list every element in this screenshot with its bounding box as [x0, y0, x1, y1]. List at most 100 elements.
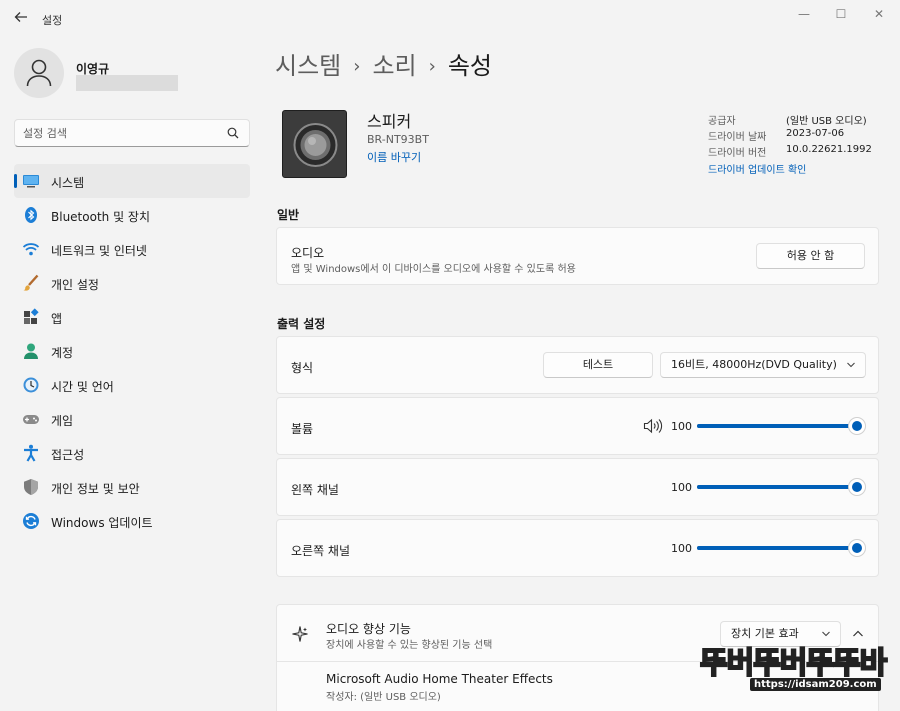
- slider-thumb[interactable]: [848, 478, 866, 496]
- maximize-button[interactable]: ☐: [823, 4, 859, 24]
- driver-version-label: 드라이버 버전: [708, 148, 767, 159]
- slider-fill: [697, 485, 857, 489]
- apps-icon: [22, 308, 40, 326]
- right-channel-slider[interactable]: [697, 539, 866, 557]
- dont-allow-button[interactable]: 허용 안 함: [756, 243, 865, 269]
- time-language-icon: [22, 376, 40, 394]
- title-bar: 설정 — ☐ ✕: [0, 0, 900, 40]
- sidebar-item-label: 개인 설정: [51, 278, 99, 292]
- breadcrumb-system[interactable]: 시스템: [275, 52, 341, 80]
- format-value: 16비트, 48000Hz(DVD Quality): [671, 358, 837, 371]
- speaker-device-icon: [282, 110, 347, 178]
- user-icon: [26, 59, 52, 87]
- sidebar-item-time-language[interactable]: 시간 및 언어: [14, 368, 250, 402]
- volume-card: 볼륨 100: [276, 397, 879, 455]
- close-button[interactable]: ✕: [861, 4, 897, 24]
- sidebar-item-label: 네트워크 및 인터넷: [51, 244, 147, 258]
- sidebar-item-label: 시스템: [51, 176, 85, 190]
- sidebar-item-windows-update[interactable]: Windows 업데이트: [14, 504, 250, 538]
- sidebar-item-gaming[interactable]: 게임: [14, 402, 250, 436]
- volume-slider[interactable]: [697, 417, 866, 435]
- breadcrumb-separator: ›: [353, 56, 361, 77]
- driver-date-label: 드라이버 날짜: [708, 132, 767, 143]
- breadcrumb: 시스템 › 소리 › 속성: [275, 46, 492, 81]
- driver-info: 공급자 (일반 USB 오디오) 드라이버 날짜 2023-07-06 드라이버 버…: [708, 112, 888, 160]
- sidebar-item-accessibility[interactable]: 접근성: [14, 436, 250, 470]
- device-name: 스피커: [367, 112, 412, 131]
- output-section-title: 출력 설정: [277, 317, 326, 331]
- right-channel-value: 100: [671, 542, 692, 555]
- back-arrow-icon[interactable]: [12, 10, 30, 28]
- accessibility-icon: [22, 444, 40, 462]
- left-channel-label: 왼쪽 채널: [291, 483, 339, 497]
- sidebar-item-personalization[interactable]: 개인 설정: [14, 266, 250, 300]
- sidebar-item-label: 개인 정보 및 보안: [51, 482, 140, 496]
- slider-fill: [697, 424, 857, 428]
- right-channel-card: 오른쪽 채널 100: [276, 519, 879, 577]
- sidebar-item-label: Bluetooth 및 장치: [51, 210, 151, 224]
- audio-title: 오디오: [291, 246, 325, 260]
- provider-value: (일반 USB 오디오): [786, 116, 867, 127]
- enhancement-title: 오디오 향상 기능: [326, 622, 411, 636]
- sidebar-item-label: 게임: [51, 414, 74, 428]
- volume-label: 볼륨: [291, 422, 314, 436]
- watermark-title: 뚜버뚜버뚜뚜바: [699, 645, 888, 682]
- audio-description: 앱 및 Windows에서 이 디바이스를 오디오에 사용할 수 있도록 허용: [291, 264, 576, 275]
- search-input[interactable]: [23, 125, 223, 141]
- general-section-title: 일반: [277, 208, 300, 222]
- sidebar-item-privacy[interactable]: 개인 정보 및 보안: [14, 470, 250, 504]
- sidebar-item-accounts[interactable]: 계정: [14, 334, 250, 368]
- format-card: 형식 테스트 16비트, 48000Hz(DVD Quality): [276, 336, 879, 394]
- audio-allow-card: 오디오 앱 및 Windows에서 이 디바이스를 오디오에 사용할 수 있도록…: [276, 227, 879, 285]
- sidebar-item-label: 시간 및 언어: [51, 380, 114, 394]
- search-icon[interactable]: [227, 127, 239, 142]
- avatar[interactable]: [14, 48, 64, 98]
- sidebar-item-network[interactable]: 네트워크 및 인터넷: [14, 232, 250, 266]
- sidebar-item-label: 앱: [51, 312, 63, 326]
- slider-thumb[interactable]: [848, 417, 866, 435]
- left-channel-slider[interactable]: [697, 478, 866, 496]
- slider-fill: [697, 546, 857, 550]
- page-title: 속성: [447, 52, 492, 80]
- speaker-volume-icon[interactable]: [643, 418, 663, 437]
- sidebar-item-system[interactable]: 시스템: [14, 164, 250, 198]
- sidebar-item-bluetooth[interactable]: Bluetooth 및 장치: [14, 198, 250, 232]
- left-channel-card: 왼쪽 채널 100: [276, 458, 879, 516]
- minimize-button[interactable]: —: [786, 4, 822, 24]
- personalization-icon: [22, 274, 40, 292]
- network-icon: [22, 240, 40, 258]
- sparkle-enhancement-icon: [291, 625, 309, 646]
- account-icon: [22, 342, 40, 360]
- format-label: 형식: [291, 361, 314, 375]
- right-channel-label: 오른쪽 채널: [291, 544, 351, 558]
- provider-label: 공급자: [708, 116, 736, 127]
- sidebar-item-label: Windows 업데이트: [51, 516, 153, 530]
- bluetooth-icon: [22, 206, 40, 224]
- volume-value: 100: [671, 420, 692, 433]
- privacy-shield-icon: [22, 478, 40, 496]
- watermark: 뚜버뚜버뚜뚜바 https://idsam209.com: [699, 638, 898, 708]
- enhancement-item-title: Microsoft Audio Home Theater Effects: [326, 672, 553, 686]
- breadcrumb-sound[interactable]: 소리: [372, 52, 416, 80]
- slider-thumb[interactable]: [848, 539, 866, 557]
- windows-update-icon: [22, 512, 40, 530]
- enhancement-description: 장치에 사용할 수 있는 향상된 기능 선택: [326, 640, 493, 651]
- email-redacted: [76, 75, 178, 91]
- left-channel-value: 100: [671, 481, 692, 494]
- check-driver-update-link[interactable]: 드라이버 업데이트 확인: [708, 161, 806, 176]
- enhancement-item-author: 작성자: (일반 USB 오디오): [326, 692, 441, 703]
- driver-date-value: 2023-07-06: [786, 128, 845, 139]
- gaming-icon: [22, 410, 40, 428]
- chevron-down-icon: [845, 353, 857, 377]
- rename-link[interactable]: 이름 바꾸기: [367, 149, 421, 165]
- breadcrumb-separator: ›: [428, 56, 436, 77]
- sidebar-nav: 시스템 Bluetooth 및 장치 네트워크 및 인터넷 개인 설정 앱 계정: [14, 164, 250, 538]
- sidebar-item-apps[interactable]: 앱: [14, 300, 250, 334]
- sidebar-item-label: 접근성: [51, 448, 85, 462]
- system-icon: [22, 172, 40, 190]
- format-dropdown[interactable]: 16비트, 48000Hz(DVD Quality): [660, 352, 866, 378]
- watermark-url: https://idsam209.com: [750, 678, 881, 691]
- settings-search-box[interactable]: [14, 119, 250, 147]
- driver-version-value: 10.0.22621.1992: [786, 144, 872, 155]
- test-button[interactable]: 테스트: [543, 352, 653, 378]
